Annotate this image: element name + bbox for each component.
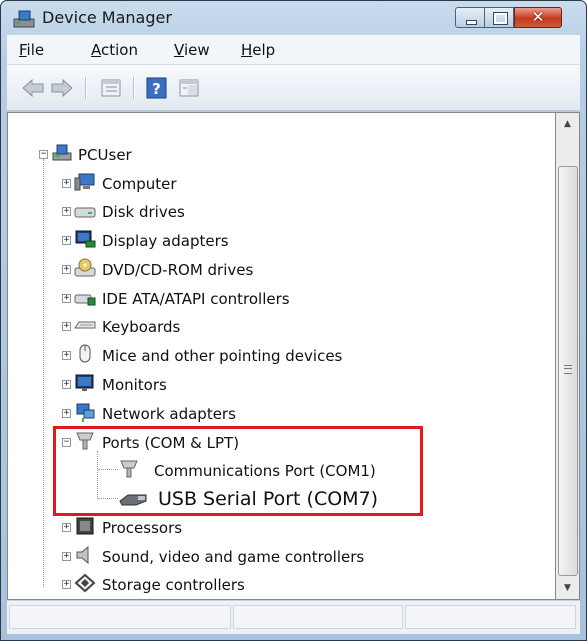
show-hide-console-tree-icon[interactable] — [177, 77, 201, 99]
expand-icon[interactable]: + — [62, 409, 71, 418]
forward-arrow-icon[interactable] — [50, 77, 74, 99]
tree-item-label: Network adapters — [102, 405, 236, 423]
expand-icon[interactable]: + — [62, 322, 71, 331]
tree-item-monitors[interactable]: + Monitors — [8, 371, 548, 399]
tree-item-mice[interactable]: + Mice and other pointing devices — [8, 342, 548, 370]
tree-item-keyboards[interactable]: + Keyboards — [8, 313, 548, 341]
scroll-thumb[interactable] — [558, 166, 578, 576]
tree-item-display-adapters[interactable]: + Display adapters — [8, 227, 548, 255]
ide-controller-icon — [74, 294, 96, 306]
tree-root-pcuser[interactable]: − PCUser — [8, 141, 308, 169]
title-bar[interactable]: Device Manager ✕ — [1, 1, 586, 35]
menu-file[interactable]: File — [19, 41, 44, 59]
expand-icon[interactable]: + — [62, 523, 71, 532]
storage-controller-icon — [74, 573, 96, 593]
display-adapter-icon — [75, 230, 96, 248]
keyboard-icon — [74, 321, 96, 329]
svg-text:?: ? — [152, 80, 161, 98]
menu-bar: File Action View Help — [7, 35, 580, 65]
expand-icon[interactable]: + — [62, 380, 71, 389]
mouse-icon — [79, 344, 91, 363]
menu-view[interactable]: View — [174, 41, 210, 59]
tree-item-label: Storage controllers — [102, 576, 245, 594]
device-tree[interactable]: − PCUser + Computer + Disk drives + Disp… — [7, 112, 555, 600]
grip-icon — [564, 365, 572, 374]
toolbar-separator — [85, 77, 87, 99]
dvd-drive-icon — [74, 258, 96, 277]
close-icon: ✕ — [531, 8, 545, 26]
tree-item-label: Mice and other pointing devices — [102, 347, 343, 365]
tree-item-disk-drives[interactable]: + Disk drives — [8, 198, 548, 226]
tree-item-label: IDE ATA/ATAPI controllers — [102, 290, 290, 308]
status-cell — [9, 605, 231, 629]
menu-help[interactable]: Help — [241, 41, 275, 59]
status-cell — [233, 605, 403, 629]
expand-icon[interactable]: + — [62, 351, 71, 360]
status-cell — [405, 605, 576, 629]
tree-item-dvd-cd-rom-drives[interactable]: + DVD/CD-ROM drives — [8, 256, 548, 284]
device-manager-app-icon — [13, 10, 35, 28]
ports-highlight-box — [53, 426, 423, 516]
disk-drive-icon — [74, 207, 96, 218]
expand-icon[interactable]: + — [62, 207, 71, 216]
tree-item-processors[interactable]: + Processors — [8, 514, 548, 542]
tree-item-label: Keyboards — [102, 318, 181, 336]
monitor-icon — [75, 374, 94, 391]
window-title: Device Manager — [42, 8, 172, 27]
tree-item-label: Processors — [102, 519, 183, 537]
expand-icon[interactable]: + — [62, 580, 71, 589]
computer-icon — [74, 173, 95, 191]
close-button[interactable]: ✕ — [514, 7, 562, 28]
vertical-scrollbar[interactable]: ▲ ▼ — [555, 112, 580, 600]
network-adapter-icon — [76, 403, 95, 422]
status-bar — [7, 600, 580, 634]
maximize-button[interactable] — [484, 7, 514, 28]
processor-icon — [76, 517, 94, 535]
expand-icon[interactable]: + — [62, 552, 71, 561]
device-manager-window: Device Manager ✕ File Action View Help ? — [0, 0, 587, 641]
tree-item-label: Monitors — [102, 376, 167, 394]
properties-icon[interactable] — [99, 77, 123, 99]
minimize-button[interactable] — [455, 7, 485, 28]
tree-item-label: Computer — [102, 175, 177, 193]
expand-icon[interactable]: + — [62, 236, 71, 245]
tree-item-computer[interactable]: + Computer — [8, 170, 548, 198]
scroll-down-icon[interactable]: ▼ — [556, 577, 579, 599]
help-icon[interactable]: ? — [145, 77, 169, 99]
minimize-icon — [456, 8, 484, 27]
computer-root-icon — [52, 144, 72, 161]
expand-icon[interactable]: + — [62, 179, 71, 188]
tree-item-storage-controllers[interactable]: + Storage controllers — [8, 571, 548, 599]
tree-item-label: Sound, video and game controllers — [102, 548, 365, 566]
scroll-up-icon[interactable]: ▲ — [556, 113, 579, 135]
tree-item-sound[interactable]: + Sound, video and game controllers — [8, 543, 548, 571]
expand-icon[interactable]: + — [62, 265, 71, 274]
expand-icon[interactable]: + — [62, 294, 71, 303]
sound-icon — [76, 545, 89, 565]
tree-item-ide-ata-atapi-controllers[interactable]: + IDE ATA/ATAPI controllers — [8, 285, 548, 313]
tree-root-label: PCUser — [78, 146, 132, 164]
menu-action[interactable]: Action — [91, 41, 138, 59]
toolbar-separator — [133, 77, 135, 99]
collapse-icon[interactable]: − — [39, 150, 48, 159]
tree-item-network-adapters[interactable]: + Network adapters — [8, 400, 548, 428]
toolbar: ? — [7, 65, 580, 111]
tree-item-label: Display adapters — [102, 232, 229, 250]
tree-item-label: DVD/CD-ROM drives — [102, 261, 254, 279]
maximize-icon — [485, 8, 513, 27]
back-arrow-icon[interactable] — [21, 77, 45, 99]
tree-item-label: Disk drives — [102, 203, 185, 221]
